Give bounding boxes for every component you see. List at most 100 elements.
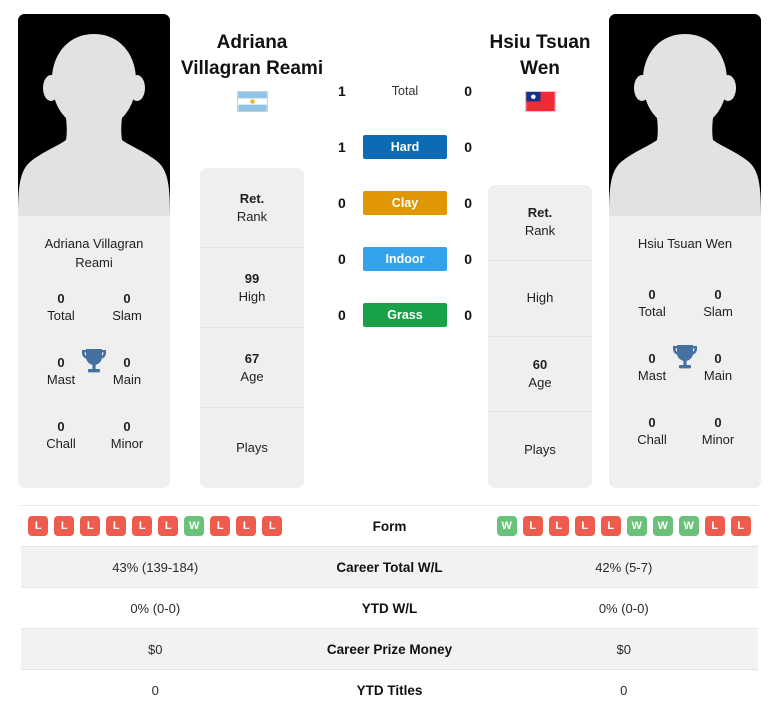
title-stat-value: 0 (123, 419, 131, 434)
row-value-right: 0% (0-0) (598, 600, 649, 616)
surface-score-right: 0 (464, 307, 472, 323)
player-name-line1: Hsiu Tsuan (489, 32, 591, 53)
rank-value: Ret. (239, 190, 265, 206)
form-badges-left: LLLLLLWLLL (21, 516, 290, 536)
rank-value: 99 (244, 270, 260, 286)
row-value-left: 0% (0-0) (130, 600, 181, 616)
title-stat-chall: 0 Chall (28, 418, 94, 452)
form-badge-loss: L (158, 516, 179, 536)
rank-value: Ret. (527, 205, 553, 221)
surface-label-hard[interactable]: Hard (363, 135, 447, 159)
title-stat-label: Slam (112, 308, 142, 323)
rank-cell-plays: Plays (200, 408, 304, 488)
row-value-left: $0 (148, 641, 163, 657)
taiwan-flag-icon (524, 91, 556, 112)
title-stat-total: 0 Total (619, 286, 685, 320)
comparison-header: Adriana Villagran Reami 0 Total 0 Slam 0… (0, 0, 779, 500)
form-left: LLLLLLWLLL (21, 516, 290, 536)
player-name-line2: Wen (520, 58, 560, 79)
title-stat-slam: 0 Slam (94, 290, 160, 324)
row-value-right: $0 (616, 641, 631, 657)
title-stat-slam: 0 Slam (685, 286, 751, 320)
title-stat-label: Slam (703, 304, 733, 319)
form-badge-loss: L (54, 516, 75, 536)
surface-label-grass[interactable]: Grass (363, 303, 447, 327)
table-row-ytd-titles: 0 YTD Titles 0 (21, 669, 758, 710)
rank-label: Age (528, 374, 552, 390)
player-name-line2: Villagran Reami (180, 58, 324, 79)
row-label: Form (372, 518, 407, 534)
avatar-left-player (18, 14, 170, 216)
rank-cell-plays: Plays (488, 412, 592, 488)
rank-cell-age: 60 Age (488, 337, 592, 413)
rank-cell-rank: Ret. Rank (488, 185, 592, 261)
surface-label-total: Total (391, 84, 419, 98)
rank-stack-right: Ret. Rank High 60 Age Plays (488, 185, 592, 488)
form-badge-loss: L (106, 516, 127, 536)
surface-label-clay[interactable]: Clay (363, 191, 447, 215)
rank-label: Rank (524, 223, 556, 239)
title-stat-label: Minor (110, 436, 144, 451)
form-badge-win: W (652, 516, 673, 536)
row-label: YTD W/L (361, 600, 418, 616)
surface-row-hard: 1 Hard 0 (330, 119, 480, 175)
title-stat-value: 0 (57, 291, 65, 306)
rank-cell-age: 67 Age (200, 328, 304, 408)
form-badge-loss: L (548, 516, 569, 536)
trophy-icon (671, 342, 699, 372)
argentina-flag-icon (236, 91, 268, 112)
surface-row-grass: 0 Grass 0 (330, 287, 480, 343)
surface-row-clay: 0 Clay 0 (330, 175, 480, 231)
surface-score-left: 0 (338, 195, 346, 211)
form-badge-win: W (626, 516, 647, 536)
player-card-left: Adriana Villagran Reami 0 Total 0 Slam 0… (18, 216, 170, 488)
avatar-right-player (609, 14, 761, 216)
rank-value: 67 (244, 350, 260, 366)
form-badge-win: W (678, 516, 699, 536)
rank-cell-high: 99 High (200, 248, 304, 328)
surface-row-total: 1 Total 0 (330, 63, 480, 119)
player-card-right: Hsiu Tsuan Wen 0 Total 0 Slam 0 Mast 0 M… (609, 216, 761, 488)
title-stat-total: 0 Total (28, 290, 94, 324)
titles-grid-left: 0 Total 0 Slam 0 Mast 0 Main 0 Chall 0 M… (18, 272, 170, 452)
form-badge-loss: L (28, 516, 49, 536)
table-row-career-prize-money: $0 Career Prize Money $0 (21, 628, 758, 669)
title-stat-value: 0 (714, 415, 722, 430)
surface-score-left: 0 (338, 251, 346, 267)
head-to-head-surfaces: 1 Total 0 1 Hard 0 0 Clay 0 0 Indoor 0 0 (330, 63, 480, 343)
form-badge-loss: L (522, 516, 543, 536)
form-badge-loss: L (262, 516, 283, 536)
surface-score-left: 1 (338, 83, 346, 99)
form-badge-loss: L (600, 516, 621, 536)
form-badge-win: W (496, 516, 517, 536)
stats-comparison-table: LLLLLLWLLL Form WLLLLWWWLL 43% (139-184)… (21, 505, 758, 710)
rank-label: Age (240, 368, 264, 384)
form-right: WLLLLWWWLL (490, 516, 759, 536)
rank-label: Plays (236, 440, 268, 455)
title-stat-label: Total (638, 304, 666, 319)
surface-score-right: 0 (464, 195, 472, 211)
title-stat-value: 0 (648, 287, 656, 302)
table-row-form: LLLLLLWLLL Form WLLLLWWWLL (21, 505, 758, 546)
rank-label: Plays (524, 442, 556, 458)
headline-left-player: Adriana Villagran Reami (172, 30, 332, 112)
surface-label-indoor[interactable]: Indoor (363, 247, 447, 271)
rank-label: High (526, 290, 554, 306)
title-stat-label: Chall (46, 436, 76, 451)
rank-value: 60 (532, 356, 548, 372)
form-badge-loss: L (132, 516, 153, 536)
form-badges-right: WLLLLWWWLL (490, 516, 759, 536)
title-stat-value: 0 (123, 291, 131, 306)
headline-right-player: Hsiu Tsuan Wen (460, 30, 620, 112)
form-badge-loss: L (574, 516, 595, 536)
title-stat-label: Chall (637, 432, 667, 447)
title-stat-value: 0 (57, 419, 65, 434)
rank-cell-rank: Ret. Rank (200, 168, 304, 248)
rank-cell-high: High (488, 261, 592, 337)
row-value-left: 43% (139-184) (112, 559, 199, 575)
form-badge-loss: L (236, 516, 257, 536)
form-badge-loss: L (704, 516, 725, 536)
surface-score-left: 1 (338, 139, 346, 155)
title-stat-minor: 0 Minor (685, 414, 751, 448)
row-label: YTD Titles (356, 682, 423, 698)
